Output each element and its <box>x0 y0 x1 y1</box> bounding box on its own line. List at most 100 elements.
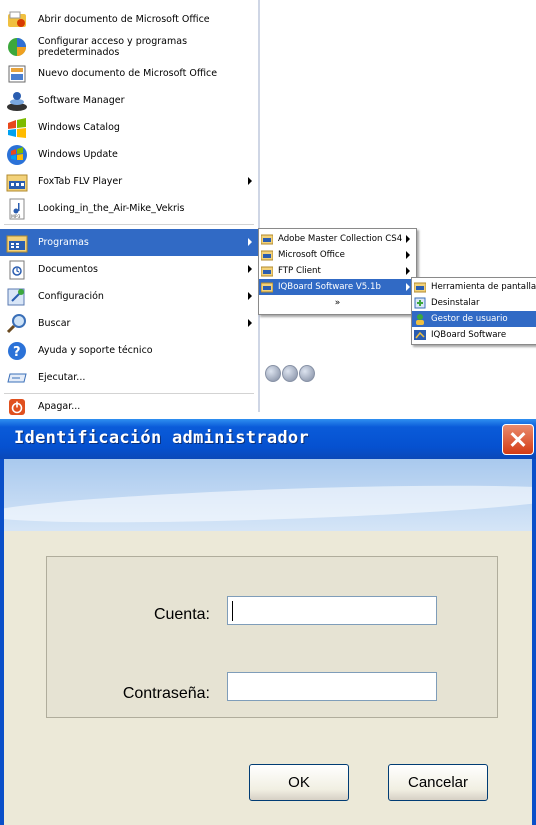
account-label: Cuenta: <box>153 606 210 623</box>
menu-item-set-program-access[interactable]: Configurar acceso y programas predetermi… <box>0 33 258 60</box>
menu-item-programs[interactable]: Programas <box>0 229 258 256</box>
menu-item-foxtab-flv-player[interactable]: FoxTab FLV Player <box>0 168 258 195</box>
shutdown-icon <box>6 396 28 418</box>
documents-icon <box>6 259 28 281</box>
submenu-item-label: FTP Client <box>278 266 321 276</box>
software-manager-icon <box>6 90 28 112</box>
desktop-background-icons <box>265 365 315 385</box>
menu-item-windows-catalog[interactable]: Windows Catalog <box>0 114 258 141</box>
menu-item-label: FoxTab FLV Player <box>38 176 123 187</box>
screen-tool-icon <box>413 281 427 293</box>
submenu-arrow-icon <box>406 283 410 291</box>
menu-item-label: Configurar acceso y programas predetermi… <box>38 35 188 58</box>
menu-item-new-office-document[interactable]: Nuevo documento de Microsoft Office <box>0 60 258 87</box>
dialog-banner <box>4 459 532 531</box>
submenu-item-label: Herramienta de pantalla <box>431 282 536 292</box>
submenu-expand-button[interactable]: » <box>259 295 416 311</box>
program-folder-icon <box>260 265 274 277</box>
menu-item-search[interactable]: Buscar <box>0 310 258 337</box>
menu-item-label: Windows Update <box>38 149 118 160</box>
close-button[interactable] <box>502 424 534 455</box>
menu-item-help-support[interactable]: ? Ayuda y soporte técnico <box>0 337 258 364</box>
submenu-arrow-icon <box>248 319 252 327</box>
menu-item-label: Ejecutar... <box>38 372 86 383</box>
submenu-item-label: Adobe Master Collection CS4 <box>278 234 403 244</box>
submenu-item-iqboard-app[interactable]: IQBoard Software <box>412 327 536 343</box>
password-label: Contraseña: <box>122 685 210 702</box>
programs-submenu: Adobe Master Collection CS4 Microsoft Of… <box>258 228 417 315</box>
start-menu-left-pane: Abrir documento de Microsoft Office Conf… <box>0 0 258 415</box>
submenu-item-label: IQBoard Software <box>431 330 507 340</box>
menu-item-run[interactable]: Ejecutar... <box>0 364 258 391</box>
dialog-title: Identificación administrador <box>14 428 309 448</box>
submenu-item-user-manager[interactable]: Gestor de usuario <box>412 311 536 327</box>
office-new-icon <box>6 63 28 85</box>
program-access-icon <box>6 36 28 58</box>
menu-item-label: Programas <box>38 237 89 248</box>
svg-text:MP3: MP3 <box>11 214 21 220</box>
mp3-file-icon: MP3 <box>6 198 28 220</box>
submenu-item-ftp-client[interactable]: FTP Client <box>259 263 416 279</box>
menu-item-documents[interactable]: Documentos <box>0 256 258 283</box>
menu-item-label: Documentos <box>38 264 98 275</box>
iqboard-submenu: Herramienta de pantalla Desinstalar Gest… <box>411 277 536 345</box>
help-icon: ? <box>6 340 28 362</box>
menu-item-label: Buscar <box>38 318 71 329</box>
user-manager-icon <box>414 313 426 325</box>
submenu-arrow-icon <box>406 235 410 243</box>
menu-divider <box>4 224 254 225</box>
password-input[interactable] <box>227 672 437 701</box>
program-folder-icon <box>260 233 274 245</box>
submenu-item-label: Gestor de usuario <box>431 314 508 324</box>
submenu-arrow-icon <box>406 251 410 259</box>
submenu-item-screen-tool[interactable]: Herramienta de pantalla <box>412 279 536 295</box>
office-open-icon <box>6 9 28 31</box>
foxtab-icon <box>6 171 28 193</box>
cancel-button[interactable]: Cancelar <box>388 764 488 801</box>
iqboard-icon <box>414 329 426 341</box>
window-border-right <box>532 459 536 825</box>
menu-item-label: Windows Catalog <box>38 122 120 133</box>
submenu-item-uninstall[interactable]: Desinstalar <box>412 295 536 311</box>
menu-item-open-office-document[interactable]: Abrir documento de Microsoft Office <box>0 6 258 33</box>
menu-item-windows-update[interactable]: Windows Update <box>0 141 258 168</box>
windows-catalog-icon <box>6 117 28 139</box>
menu-item-label: Configuración <box>38 291 104 302</box>
banner-wave <box>4 478 532 530</box>
submenu-item-label: IQBoard Software V5.1b <box>278 282 381 292</box>
submenu-item-iqboard-software[interactable]: IQBoard Software V5.1b <box>259 279 416 295</box>
menu-item-label: Apagar... <box>38 401 81 412</box>
circle-icon <box>282 365 298 382</box>
program-folder-icon <box>260 281 274 293</box>
program-folder-icon <box>260 249 274 261</box>
windows-update-icon <box>6 144 28 166</box>
menu-item-software-manager[interactable]: Software Manager <box>0 87 258 114</box>
programs-icon <box>6 232 28 254</box>
circle-icon <box>265 365 281 382</box>
account-input[interactable] <box>227 596 437 625</box>
menu-item-shutdown[interactable]: Apagar... <box>0 394 258 419</box>
menu-item-label: Software Manager <box>38 95 125 106</box>
submenu-arrow-icon <box>248 238 252 246</box>
text-caret <box>232 601 233 621</box>
admin-login-dialog: Identificación administrador Cuenta: Con… <box>0 419 536 825</box>
settings-icon <box>6 286 28 308</box>
submenu-arrow-icon <box>248 177 252 185</box>
submenu-item-label: Microsoft Office <box>278 250 345 260</box>
ok-button[interactable]: OK <box>249 764 349 801</box>
menu-vertical-divider <box>258 0 260 412</box>
menu-item-settings[interactable]: Configuración <box>0 283 258 310</box>
submenu-item-microsoft-office[interactable]: Microsoft Office <box>259 247 416 263</box>
menu-item-label: Ayuda y soporte técnico <box>38 345 153 356</box>
submenu-item-label: Desinstalar <box>431 298 480 308</box>
submenu-item-adobe-master-collection[interactable]: Adobe Master Collection CS4 <box>259 231 416 247</box>
uninstall-icon <box>414 297 426 309</box>
submenu-arrow-icon <box>248 265 252 273</box>
submenu-arrow-icon <box>248 292 252 300</box>
menu-item-label: Nuevo documento de Microsoft Office <box>38 68 218 79</box>
run-icon <box>6 367 28 389</box>
circle-icon <box>299 365 315 382</box>
menu-item-mp3-file[interactable]: MP3 Looking_in_the_Air-Mike_Vekris <box>0 195 258 222</box>
submenu-arrow-icon <box>406 267 410 275</box>
svg-text:?: ? <box>13 345 21 360</box>
